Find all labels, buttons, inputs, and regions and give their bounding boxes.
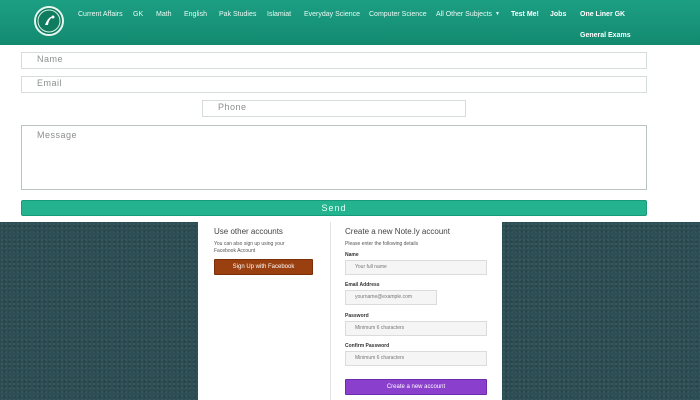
facebook-signup-button[interactable]: Sign Up with Facebook bbox=[214, 259, 313, 275]
email-address-input[interactable]: yourname@example.com bbox=[345, 290, 437, 305]
full-name-input[interactable]: Your full name bbox=[345, 260, 487, 275]
nav-test-me[interactable]: Test Me! bbox=[511, 11, 539, 18]
create-account-button[interactable]: Create a new account bbox=[345, 379, 487, 395]
nav-gk[interactable]: GK bbox=[133, 11, 143, 18]
nav-all-other-subjects[interactable]: All Other Subjects ▼ bbox=[436, 11, 500, 18]
nav-one-liner-gk[interactable]: One Liner GK bbox=[580, 11, 625, 18]
background-texture-left bbox=[0, 222, 198, 400]
nav-computer-science[interactable]: Computer Science bbox=[369, 11, 427, 18]
background-texture-right bbox=[502, 222, 700, 400]
password-label: Password bbox=[345, 313, 369, 319]
confirm-password-label: Confirm Password bbox=[345, 343, 390, 349]
nav-english[interactable]: English bbox=[184, 11, 207, 18]
other-accounts-title: Use other accounts bbox=[214, 227, 283, 236]
email-input[interactable]: Email bbox=[21, 76, 647, 93]
nav-jobs[interactable]: Jobs bbox=[550, 11, 566, 18]
phone-input[interactable]: Phone bbox=[202, 100, 466, 117]
email-address-label: Email Address bbox=[345, 282, 380, 288]
register-title: Create a new Note.ly account bbox=[345, 227, 450, 236]
other-accounts-text-1: You can also sign up using your bbox=[214, 241, 285, 247]
confirm-password-input[interactable]: Minimum 6 characters bbox=[345, 351, 487, 366]
top-navbar: Current Affairs GK Math English Pak Stud… bbox=[0, 0, 700, 45]
other-accounts-text-2: Facebook Account bbox=[214, 248, 256, 254]
nav-math[interactable]: Math bbox=[156, 11, 172, 18]
nav-pak-studies[interactable]: Pak Studies bbox=[219, 11, 256, 18]
register-intro: Please enter the following details bbox=[345, 241, 419, 247]
caret-down-icon: ▼ bbox=[495, 11, 500, 17]
name-input[interactable]: Name bbox=[21, 52, 647, 69]
nav-everyday-science[interactable]: Everyday Science bbox=[304, 11, 360, 18]
nav-all-other-subjects-label: All Other Subjects bbox=[436, 11, 493, 18]
send-button[interactable]: Send bbox=[21, 200, 647, 216]
password-input[interactable]: Minimum 6 characters bbox=[345, 321, 487, 336]
nav-links: Current Affairs GK Math English Pak Stud… bbox=[0, 0, 700, 45]
name-label: Name bbox=[345, 252, 359, 258]
message-textarea[interactable]: Message bbox=[21, 125, 647, 190]
nav-current-affairs[interactable]: Current Affairs bbox=[78, 11, 123, 18]
panel-divider bbox=[330, 222, 331, 400]
nav-general-exams[interactable]: General Exams bbox=[580, 32, 631, 39]
nav-islamiat[interactable]: Islamiat bbox=[267, 11, 291, 18]
